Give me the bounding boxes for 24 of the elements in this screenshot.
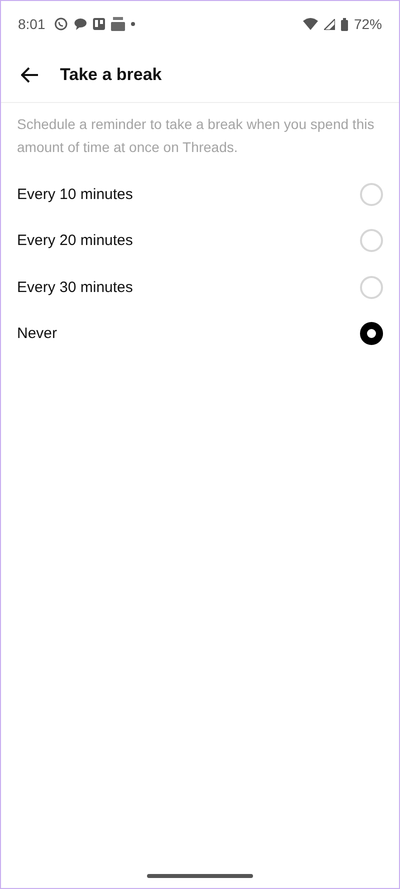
option-label: Never [17,325,58,342]
back-button[interactable] [21,66,39,82]
page-title: Take a break [60,64,162,84]
home-indicator[interactable] [147,874,253,878]
option-row[interactable]: Never [1,310,399,357]
status-time: 8:01 [18,16,46,32]
board-icon [93,18,106,30]
battery-percent: 72% [354,16,382,32]
option-label: Every 30 minutes [17,278,133,296]
battery-icon [340,18,348,30]
dot-icon [131,22,136,26]
chat-phone-icon [54,17,68,31]
wifi-icon [302,18,318,30]
option-label: Every 20 minutes [17,232,133,250]
app-icon [111,17,126,31]
option-row[interactable]: Every 10 minutes [1,171,399,218]
radio-button[interactable] [360,322,383,346]
option-row[interactable]: Every 20 minutes [1,218,399,264]
chat-bubble-icon [74,18,88,30]
option-label: Every 10 minutes [17,186,133,203]
back-arrow-icon [21,66,39,82]
signal-icon [324,18,335,30]
option-row[interactable]: Every 30 minutes [1,264,399,310]
description-text: Schedule a reminder to take a break when you spend this amount of time at once on Threads. [16,115,376,157]
